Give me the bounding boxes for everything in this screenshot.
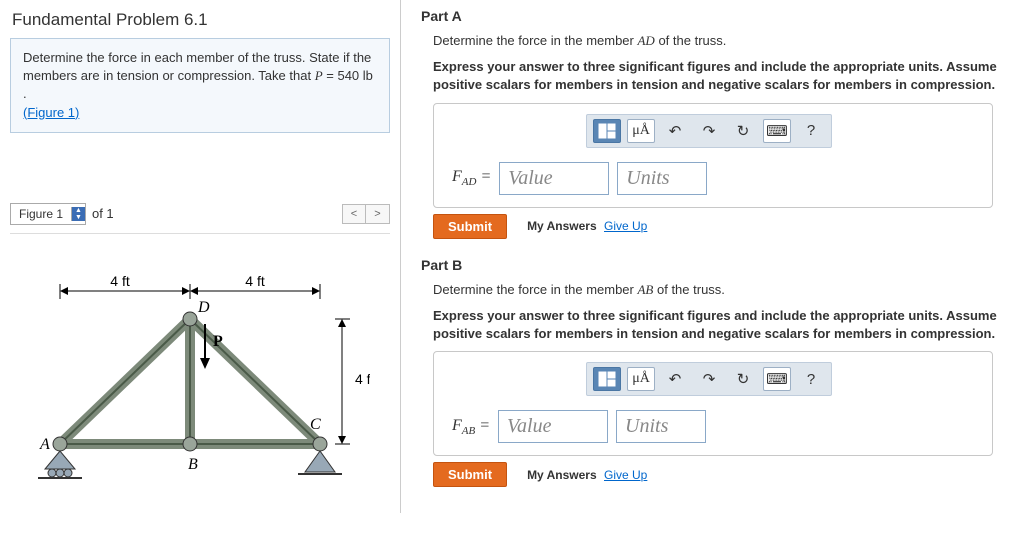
redo-button[interactable]: ↷ xyxy=(695,119,723,143)
figure-prev-button[interactable]: < xyxy=(342,204,366,224)
prompt-var: P xyxy=(315,68,323,83)
keyboard-button[interactable]: ⌨ xyxy=(763,119,791,143)
answer-lhs: FAD = xyxy=(452,168,491,188)
figure-step-up-icon[interactable]: ▲ xyxy=(72,207,85,214)
my-answers-label: My Answers xyxy=(527,219,597,233)
label-B: B xyxy=(188,456,198,473)
part-heading: Part A xyxy=(421,8,1000,24)
templates-button[interactable] xyxy=(593,119,621,143)
label-A: A xyxy=(39,436,50,453)
label-C: C xyxy=(310,416,321,433)
help-button[interactable]: ? xyxy=(797,367,825,391)
problem-title: Fundamental Problem 6.1 xyxy=(12,10,390,30)
figure-stepper-label: Figure 1 xyxy=(11,204,71,224)
units-input[interactable]: Units xyxy=(616,410,706,443)
answer-lhs: FAB = xyxy=(452,417,490,437)
answer-links: My Answers Give Up xyxy=(527,219,647,233)
dim-4ft-vert: 4 ft xyxy=(355,371,370,387)
answer-box: μÅ ↶ ↷ ↻ ⌨ ? FAB = Value Units xyxy=(433,351,993,456)
help-button[interactable]: ? xyxy=(797,119,825,143)
figure-next-button[interactable]: > xyxy=(366,204,390,224)
submit-button[interactable]: Submit xyxy=(433,462,507,487)
templates-button[interactable] xyxy=(593,367,621,391)
undo-button[interactable]: ↶ xyxy=(661,367,689,391)
part-instructions: Express your answer to three significant… xyxy=(433,58,1000,94)
part-instructions: Express your answer to three significant… xyxy=(433,307,1000,343)
submit-button[interactable]: Submit xyxy=(433,214,507,239)
my-answers-label: My Answers xyxy=(527,468,597,482)
give-up-link[interactable]: Give Up xyxy=(604,219,647,233)
answer-box: μÅ ↶ ↷ ↻ ⌨ ? FAD = Value Units xyxy=(433,103,993,208)
figure-diagram: 4 ft 4 ft 4 ft xyxy=(10,233,390,497)
equation-toolbar: μÅ ↶ ↷ ↻ ⌨ ? xyxy=(586,114,832,148)
redo-button[interactable]: ↷ xyxy=(695,367,723,391)
part-description: Determine the force in the member AB of … xyxy=(433,281,1000,299)
part-heading: Part B xyxy=(421,257,1000,273)
prompt-post: . xyxy=(23,86,27,101)
answer-links: My Answers Give Up xyxy=(527,468,647,482)
figure-link[interactable]: (Figure 1) xyxy=(23,105,79,120)
dim-4ft-right: 4 ft xyxy=(245,273,265,289)
reset-button[interactable]: ↻ xyxy=(729,119,757,143)
value-input[interactable]: Value xyxy=(498,410,608,443)
equation-toolbar: μÅ ↶ ↷ ↻ ⌨ ? xyxy=(586,362,832,396)
value-input[interactable]: Value xyxy=(499,162,609,195)
undo-button[interactable]: ↶ xyxy=(661,119,689,143)
label-P: P xyxy=(213,333,223,350)
figure-of-text: of 1 xyxy=(92,206,114,221)
problem-prompt: Determine the force in each member of th… xyxy=(10,38,390,133)
figure-stepper[interactable]: Figure 1 ▲ ▼ xyxy=(10,203,86,225)
dim-4ft-left: 4 ft xyxy=(110,273,130,289)
units-input[interactable]: Units xyxy=(617,162,707,195)
reset-button[interactable]: ↻ xyxy=(729,367,757,391)
label-D: D xyxy=(197,299,210,316)
units-button[interactable]: μÅ xyxy=(627,367,655,391)
give-up-link[interactable]: Give Up xyxy=(604,468,647,482)
keyboard-button[interactable]: ⌨ xyxy=(763,367,791,391)
prompt-unit: lb xyxy=(363,68,373,83)
units-button[interactable]: μÅ xyxy=(627,119,655,143)
figure-step-down-icon[interactable]: ▼ xyxy=(72,214,85,221)
prompt-eq: = 540 xyxy=(326,68,363,83)
part-description: Determine the force in the member AD of … xyxy=(433,32,1000,50)
